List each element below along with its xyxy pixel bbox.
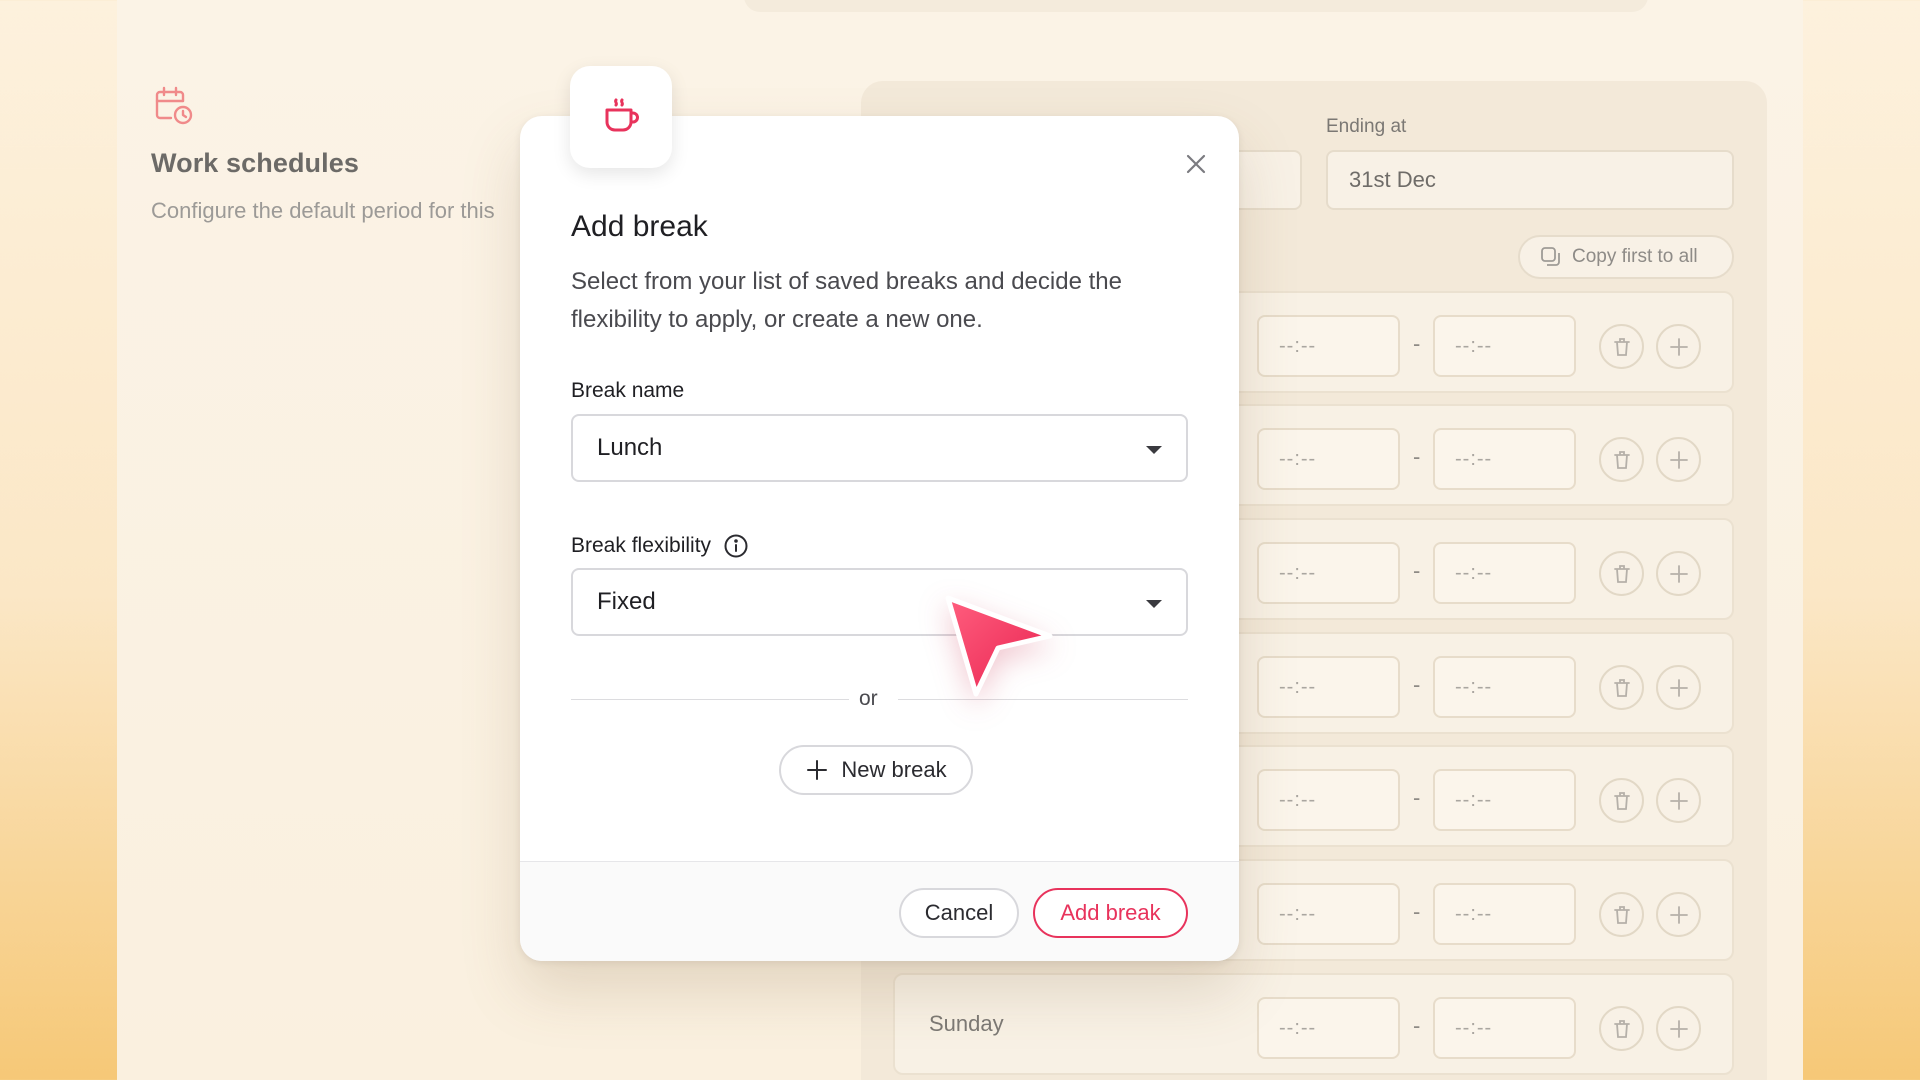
- break-name-label-text: Break name: [571, 379, 685, 402]
- start-time-input[interactable]: --:--: [1257, 997, 1400, 1059]
- plus-icon: [1669, 678, 1688, 697]
- add-button[interactable]: [1656, 324, 1701, 369]
- add-button[interactable]: [1656, 665, 1701, 710]
- time-dash: -: [1413, 672, 1421, 697]
- close-button[interactable]: [1180, 148, 1212, 180]
- time-dash: -: [1413, 444, 1421, 469]
- top-card: [744, 0, 1648, 12]
- chevron-down-icon: [1146, 446, 1162, 454]
- delete-button[interactable]: [1599, 665, 1644, 710]
- break-name-select[interactable]: Lunch: [571, 414, 1188, 482]
- break-flexibility-select[interactable]: Fixed: [571, 568, 1188, 636]
- trash-icon: [1613, 450, 1630, 469]
- copy-first-to-all-button[interactable]: Copy first to all: [1518, 235, 1734, 279]
- add-break-button[interactable]: Add break: [1033, 888, 1188, 938]
- delete-button[interactable]: [1599, 892, 1644, 937]
- plus-icon: [1669, 791, 1688, 810]
- end-time-input[interactable]: --:--: [1433, 542, 1576, 604]
- divider-or-text: or: [859, 687, 878, 710]
- plus-icon: [807, 760, 828, 780]
- time-dash: -: [1413, 331, 1421, 356]
- add-button[interactable]: [1656, 551, 1701, 596]
- close-icon: [1186, 154, 1206, 174]
- dialog-title: Add break: [571, 210, 708, 243]
- time-dash: -: [1413, 1013, 1421, 1038]
- add-button[interactable]: [1656, 778, 1701, 823]
- info-icon[interactable]: [723, 533, 749, 559]
- cancel-button[interactable]: Cancel: [899, 888, 1019, 938]
- ending-at-field[interactable]: 31st Dec: [1326, 150, 1734, 210]
- add-button[interactable]: [1656, 1006, 1701, 1051]
- new-break-button[interactable]: New break: [779, 745, 973, 795]
- dialog-description: Select from your list of saved breaks an…: [571, 268, 1122, 333]
- break-flexibility-label: Break flexibility: [571, 533, 749, 559]
- break-name-label: Break name: [571, 379, 684, 403]
- day-label: Sunday: [929, 1011, 1004, 1036]
- chevron-down-icon: [1146, 600, 1162, 608]
- start-time-input[interactable]: --:--: [1257, 542, 1400, 604]
- delete-button[interactable]: [1599, 324, 1644, 369]
- start-time-input[interactable]: --:--: [1257, 883, 1400, 945]
- plus-icon: [1669, 337, 1688, 356]
- plus-icon: [1669, 905, 1688, 924]
- plus-icon: [1669, 564, 1688, 583]
- end-time-input[interactable]: --:--: [1433, 769, 1576, 831]
- divider: [571, 699, 849, 700]
- time-dash: -: [1413, 785, 1421, 810]
- starting-at-field[interactable]: [1230, 150, 1302, 210]
- time-dash: -: [1413, 558, 1421, 583]
- end-time-input[interactable]: --:--: [1433, 997, 1576, 1059]
- end-time-input[interactable]: --:--: [1433, 883, 1576, 945]
- new-break-label: New break: [841, 757, 947, 782]
- start-time-input[interactable]: --:--: [1257, 315, 1400, 377]
- section-title: Work schedules: [151, 148, 359, 178]
- add-break-dialog: Add break Select from your list of saved…: [520, 66, 1239, 961]
- cursor-arrow: [945, 595, 1053, 697]
- copy-icon: [1541, 247, 1560, 266]
- delete-button[interactable]: [1599, 437, 1644, 482]
- add-button[interactable]: [1656, 892, 1701, 937]
- start-time-input[interactable]: --:--: [1257, 769, 1400, 831]
- trash-icon: [1613, 1019, 1630, 1038]
- time-dash: -: [1413, 899, 1421, 924]
- trash-icon: [1613, 905, 1630, 924]
- break-flexibility-value: Fixed: [597, 588, 656, 615]
- trash-icon: [1613, 678, 1630, 697]
- end-time-input[interactable]: --:--: [1433, 656, 1576, 718]
- end-time-input[interactable]: --:--: [1433, 428, 1576, 490]
- coffee-cup-icon: [605, 98, 639, 132]
- dialog-footer: Cancel Add break: [520, 861, 1239, 961]
- start-time-input[interactable]: --:--: [1257, 428, 1400, 490]
- copy-button-label: Copy first to all: [1572, 246, 1698, 267]
- plus-icon: [1669, 450, 1688, 469]
- break-flexibility-label-text: Break flexibility: [571, 534, 712, 557]
- trash-icon: [1613, 337, 1630, 356]
- start-time-input[interactable]: --:--: [1257, 656, 1400, 718]
- add-button[interactable]: [1656, 437, 1701, 482]
- calendar-clock-icon: [155, 86, 193, 125]
- delete-button[interactable]: [1599, 1006, 1644, 1051]
- dialog-badge: [570, 66, 672, 168]
- trash-icon: [1613, 564, 1630, 583]
- delete-button[interactable]: [1599, 778, 1644, 823]
- plus-icon: [1669, 1019, 1688, 1038]
- trash-icon: [1613, 791, 1630, 810]
- delete-button[interactable]: [1599, 551, 1644, 596]
- section-description: Configure the default period for this: [151, 198, 495, 223]
- break-name-value: Lunch: [597, 434, 663, 461]
- ending-at-label: Ending at: [1326, 116, 1407, 137]
- end-time-input[interactable]: --:--: [1433, 315, 1576, 377]
- day-row-sunday: Sunday --:-- - --:--: [893, 973, 1734, 1075]
